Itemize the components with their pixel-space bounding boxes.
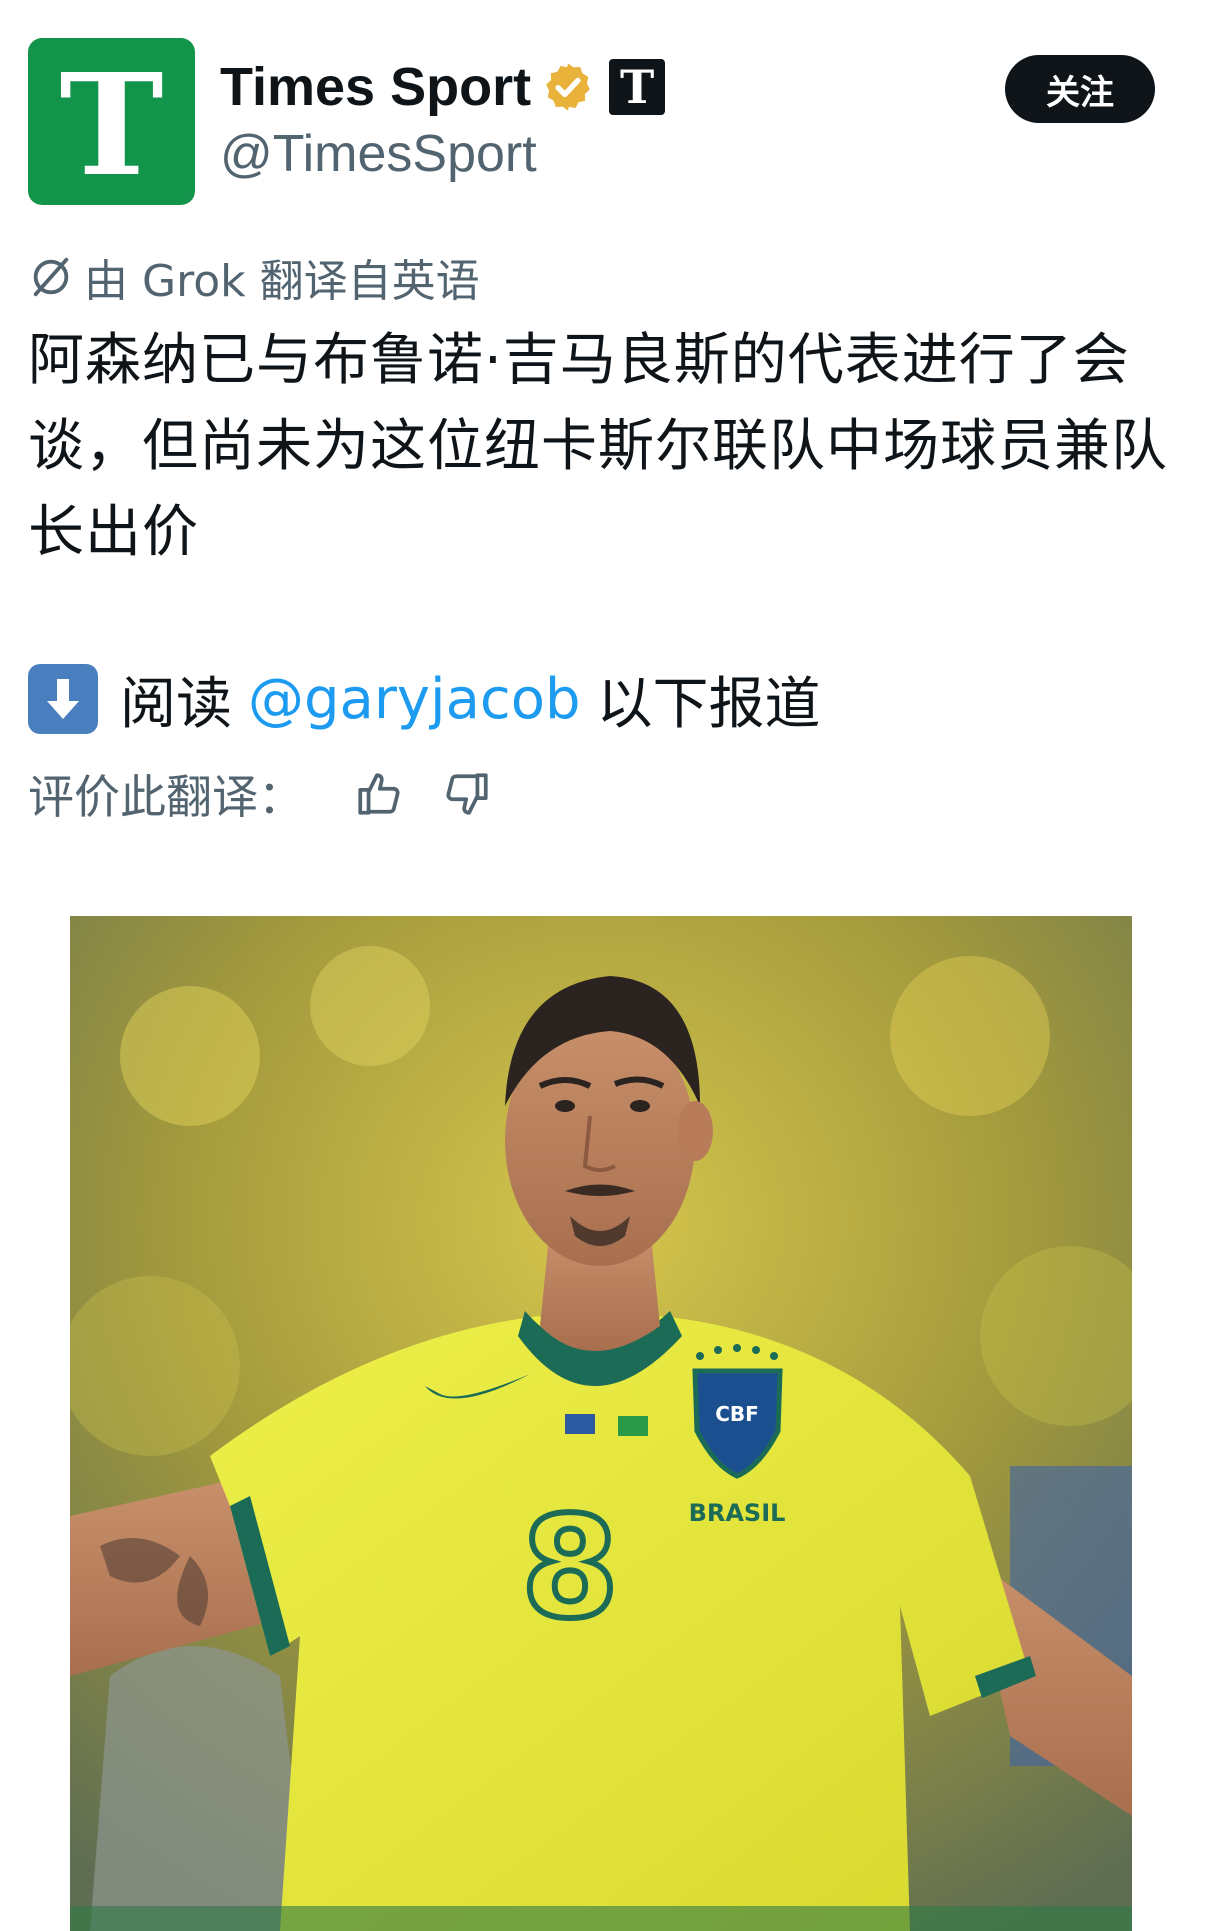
- account-name-row: Times Sport T: [220, 52, 666, 122]
- down-arrow-emoji-icon: [28, 664, 98, 734]
- account-avatar[interactable]: T: [28, 38, 195, 205]
- tweet-photo[interactable]: CBF BRASIL 8: [70, 916, 1132, 1931]
- tweet-text: 阿森纳已与布鲁诺·吉马良斯的代表进行了会谈，但尚未为这位纽卡斯尔联队中场球员兼队…: [28, 328, 1168, 565]
- translation-note-text: 由 Grok 翻译自英语: [84, 256, 480, 307]
- shirt-number: 8: [521, 1487, 618, 1650]
- country-text: BRASIL: [689, 1499, 786, 1527]
- grok-icon: [33, 257, 69, 297]
- read-suffix: 以下报道: [596, 671, 821, 737]
- crest-text: CBF: [715, 1402, 759, 1426]
- read-prefix: 阅读: [120, 671, 232, 737]
- verified-badge-icon: [546, 63, 590, 111]
- mention-link[interactable]: @garyjacob: [248, 667, 581, 732]
- thumbs-down-icon[interactable]: [442, 769, 492, 819]
- thumbs-up-icon[interactable]: [354, 769, 404, 819]
- player-illustration: CBF BRASIL 8: [70, 916, 1132, 1931]
- down-arrow-glyph-icon: [47, 679, 79, 719]
- brand-affiliation-badge[interactable]: T: [609, 59, 666, 115]
- account-display-name[interactable]: Times Sport: [220, 56, 531, 118]
- avatar-letter: T: [59, 43, 164, 208]
- brand-badge-letter: T: [619, 60, 655, 114]
- rate-translation-label: 评价此翻译：: [28, 770, 304, 824]
- rate-translation-row: 评价此翻译：: [28, 762, 492, 826]
- read-more-line: 阅读 @garyjacob 以下报道: [28, 656, 821, 742]
- account-handle[interactable]: @TimesSport: [220, 124, 537, 184]
- follow-button[interactable]: 关注: [1005, 55, 1155, 123]
- translation-note: 由 Grok 翻译自英语: [28, 246, 480, 308]
